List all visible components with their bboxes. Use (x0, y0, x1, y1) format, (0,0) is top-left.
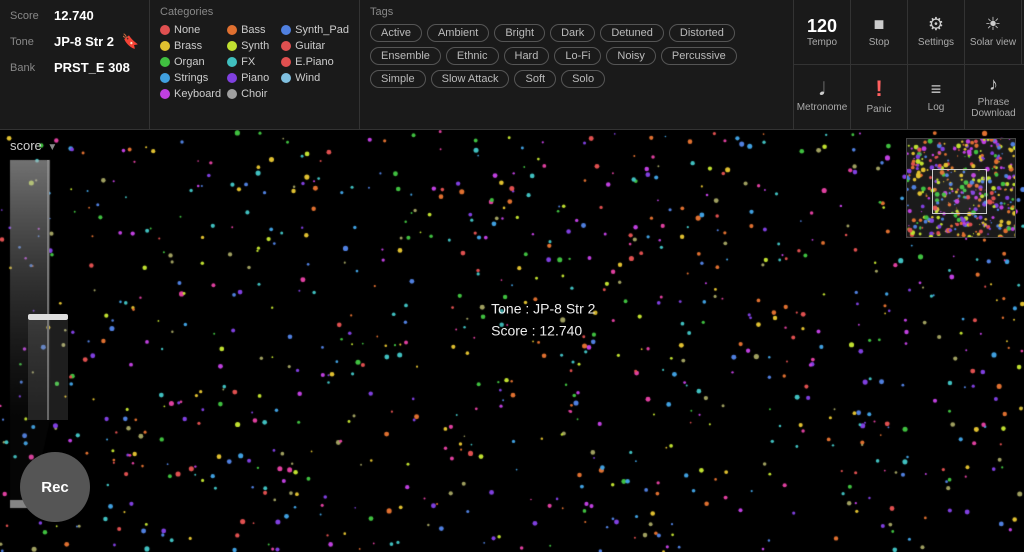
tempo-button[interactable]: 120 Tempo (794, 0, 851, 64)
metronome-button[interactable]: 𝅘𝅥 Metronome (794, 65, 851, 130)
settings-label: Settings (918, 37, 954, 48)
solar-label: Solar view (970, 37, 1016, 48)
tempo-label: Tempo (807, 37, 837, 48)
slider-thumb[interactable] (28, 314, 68, 320)
category-item[interactable]: Synth (227, 40, 275, 52)
category-item[interactable]: Brass (160, 40, 221, 52)
category-item[interactable]: Wind (281, 72, 349, 84)
phrase-download-button[interactable]: ♪ Phrase Download (965, 65, 1022, 130)
bookmark-icon[interactable]: 🔖 (122, 33, 139, 50)
log-button[interactable]: ≡ Log (908, 65, 965, 130)
panic-button[interactable]: ! Panic (851, 65, 908, 130)
category-item[interactable]: Guitar (281, 40, 349, 52)
score-slider[interactable] (28, 160, 68, 440)
right-top: 120 Tempo ■ Stop ⚙ Settings ☀ Solar view (794, 0, 1024, 65)
stop-label: Stop (869, 37, 890, 48)
category-item[interactable]: Bass (227, 24, 275, 36)
tag-button[interactable]: Percussive (661, 47, 737, 65)
panic-icon: ! (875, 78, 882, 100)
visualization-canvas (0, 130, 1024, 552)
tone-value: JP-8 Str 2 (54, 34, 114, 49)
tag-button[interactable]: Noisy (606, 47, 656, 65)
score-label: Score (10, 10, 48, 22)
category-item[interactable]: Piano (227, 72, 275, 84)
top-bar: Score 12.740 Tone JP-8 Str 2 🔖 Bank PRST… (0, 0, 1024, 130)
log-label: Log (928, 102, 945, 113)
tag-button[interactable]: Slow Attack (431, 70, 510, 88)
rec-button[interactable]: Rec (20, 452, 90, 522)
stop-button[interactable]: ■ Stop (851, 0, 908, 64)
phrase-icon: ♪ (989, 75, 998, 93)
tags-rows: Active Ambient Bright Dark Detuned Distorted E… (370, 24, 783, 88)
score-canvas-label: score ▼ (10, 138, 57, 153)
tag-button[interactable]: Soft (514, 70, 556, 88)
panic-label: Panic (866, 104, 891, 115)
tag-row: Ensemble Ethnic HardLo-Fi Noisy Percussive (370, 47, 783, 65)
tone-label: Tone (10, 36, 48, 48)
slider-indicator (28, 320, 68, 420)
metronome-label: Metronome (797, 102, 848, 113)
tag-button[interactable]: Active (370, 24, 422, 42)
tags-panel: Tags Active Ambient Bright Dark Detuned Disto… (360, 0, 794, 129)
tag-button[interactable]: Bright (494, 24, 545, 42)
right-panel: 120 Tempo ■ Stop ⚙ Settings ☀ Solar view… (794, 0, 1024, 129)
main-canvas[interactable]: score ▼ Tone : JP-8 Str 2 Score : 12.740… (0, 130, 1024, 552)
category-item[interactable]: None (160, 24, 221, 36)
settings-icon: ⚙ (928, 15, 944, 33)
bank-value: PRST_E 308 (54, 60, 130, 75)
tag-button[interactable]: Ensemble (370, 47, 441, 65)
log-icon: ≡ (931, 80, 942, 98)
category-item[interactable]: Keyboard (160, 88, 221, 100)
tag-button[interactable]: Ethnic (446, 47, 499, 65)
category-item[interactable]: FX (227, 56, 275, 68)
tag-button[interactable]: Dark (550, 24, 595, 42)
metronome-icon: 𝅘𝅥 (819, 80, 825, 98)
tag-row: Simple Slow AttackSoft Solo (370, 70, 783, 88)
solar-view-button[interactable]: ☀ Solar view (965, 0, 1022, 64)
tag-button[interactable]: Solo (561, 70, 605, 88)
tag-button[interactable]: Ambient (427, 24, 489, 42)
score-row: Score 12.740 (10, 8, 139, 23)
tone-row: Tone JP-8 Str 2 🔖 (10, 33, 139, 50)
tags-title: Tags (370, 6, 783, 18)
minimap-inner (907, 139, 1015, 237)
category-item[interactable]: Strings (160, 72, 221, 84)
stop-icon: ■ (874, 15, 885, 33)
right-bottom: 𝅘𝅥 Metronome ! Panic ≡ Log ♪ Phrase Down… (794, 65, 1024, 130)
tempo-value: 120 (807, 16, 837, 37)
tag-button[interactable]: Lo-Fi (554, 47, 601, 65)
minimap[interactable] (906, 138, 1016, 238)
settings-button[interactable]: ⚙ Settings (908, 0, 965, 64)
categories-panel: Categories None Bass Synth_Pad Brass Synth Gu… (150, 0, 360, 129)
score-chevron-icon: ▼ (47, 142, 57, 153)
category-item[interactable]: E.Piano (281, 56, 349, 68)
bank-label: Bank (10, 62, 48, 74)
tag-button[interactable]: Distorted (669, 24, 735, 42)
category-item[interactable]: Synth_Pad (281, 24, 349, 36)
bank-row: Bank PRST_E 308 (10, 60, 139, 75)
categories-grid: None Bass Synth_Pad Brass Synth Guitar Organ FX… (160, 24, 349, 100)
left-panel: Score 12.740 Tone JP-8 Str 2 🔖 Bank PRST… (0, 0, 150, 129)
category-item[interactable]: Choir (227, 88, 275, 100)
slider-track (47, 160, 49, 420)
tag-button[interactable]: Detuned (600, 24, 664, 42)
tag-button[interactable]: Hard (504, 47, 550, 65)
tag-row: Active Ambient Bright Dark Detuned Distorted (370, 24, 783, 42)
phrase-label: Phrase Download (971, 97, 1015, 119)
category-item[interactable]: Organ (160, 56, 221, 68)
categories-title: Categories (160, 6, 349, 18)
score-value: 12.740 (54, 8, 94, 23)
minimap-viewport (932, 169, 987, 214)
solar-icon: ☀ (985, 15, 1001, 33)
tag-button[interactable]: Simple (370, 70, 426, 88)
